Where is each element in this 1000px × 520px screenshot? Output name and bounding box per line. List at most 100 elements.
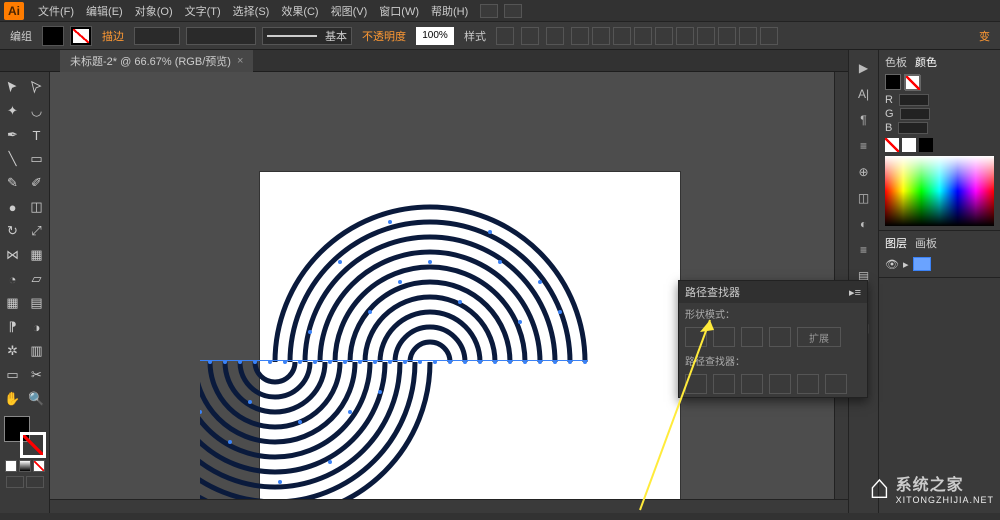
dist-3-icon[interactable] bbox=[739, 27, 757, 45]
char-panel-icon[interactable]: A| bbox=[854, 84, 874, 104]
rotate-tool[interactable]: ↻ bbox=[2, 220, 24, 242]
color-fill-swatch[interactable] bbox=[885, 74, 901, 90]
stroke-label[interactable]: 描边 bbox=[98, 28, 128, 44]
none-swatch[interactable] bbox=[885, 138, 899, 152]
fill-stroke-indicator[interactable] bbox=[4, 416, 46, 458]
recolor-icon[interactable] bbox=[521, 27, 539, 45]
opacity-label[interactable]: 不透明度 bbox=[358, 28, 410, 44]
gradient-tool[interactable]: ▤ bbox=[26, 292, 48, 314]
mesh-tool[interactable]: ▦ bbox=[2, 292, 24, 314]
scale-tool[interactable]: ⤢ bbox=[26, 220, 48, 242]
perspective-tool[interactable]: ▱ bbox=[26, 268, 48, 290]
align-hcenter-icon[interactable] bbox=[592, 27, 610, 45]
symbol-sprayer-tool[interactable]: ✲ bbox=[2, 340, 24, 362]
transform-panel-icon[interactable]: ⊕ bbox=[854, 162, 874, 182]
stroke-panel-icon[interactable]: ≡ bbox=[854, 240, 874, 260]
slice-tool[interactable]: ✂ bbox=[26, 364, 48, 386]
b-input[interactable] bbox=[898, 122, 928, 134]
unite-button[interactable] bbox=[685, 327, 707, 347]
pathfinder-panel-icon[interactable]: ◫ bbox=[854, 188, 874, 208]
artboards-tab[interactable]: 画板 bbox=[915, 235, 937, 251]
stroke-weight-dropdown[interactable] bbox=[134, 27, 180, 45]
direct-selection-tool[interactable] bbox=[26, 76, 48, 98]
color-mode-gradient[interactable] bbox=[19, 460, 31, 472]
minus-front-button[interactable] bbox=[713, 327, 735, 347]
dist-h-icon[interactable] bbox=[697, 27, 715, 45]
expand-button[interactable]: 扩展 bbox=[797, 327, 841, 347]
lasso-tool[interactable]: ◡ bbox=[26, 100, 48, 122]
trim-button[interactable] bbox=[713, 374, 735, 394]
panel-menu-icon[interactable]: ▸≡ bbox=[849, 286, 861, 299]
horizontal-scrollbar[interactable] bbox=[50, 499, 848, 513]
align-top-icon[interactable] bbox=[634, 27, 652, 45]
shape-builder-tool[interactable]: ◔ bbox=[2, 268, 24, 290]
graph-tool[interactable]: ▥ bbox=[26, 340, 48, 362]
style-swatch[interactable] bbox=[496, 27, 514, 45]
magic-wand-tool[interactable]: ✦ bbox=[2, 100, 24, 122]
outline-button[interactable] bbox=[797, 374, 819, 394]
stroke-swatch[interactable] bbox=[70, 26, 92, 46]
para-panel-icon[interactable]: ¶ bbox=[854, 110, 874, 130]
blob-brush-tool[interactable]: ● bbox=[2, 196, 24, 218]
screen-mode-normal[interactable] bbox=[6, 476, 24, 488]
blend-tool[interactable]: ◑ bbox=[26, 316, 48, 338]
brush-dropdown[interactable]: 基本 bbox=[262, 27, 352, 45]
menu-effect[interactable]: 效果(C) bbox=[275, 3, 324, 19]
swatches-tab[interactable]: 色板 bbox=[885, 54, 907, 70]
menu-view[interactable]: 视图(V) bbox=[325, 3, 374, 19]
layer-expand-icon[interactable]: ▸ bbox=[903, 258, 909, 271]
dist-v-icon[interactable] bbox=[718, 27, 736, 45]
screen-mode-full[interactable] bbox=[26, 476, 44, 488]
dist-4-icon[interactable] bbox=[760, 27, 778, 45]
merge-button[interactable] bbox=[741, 374, 763, 394]
white-swatch[interactable] bbox=[902, 138, 916, 152]
line-tool[interactable]: ╲ bbox=[2, 148, 24, 170]
align-panel-icon[interactable]: ≡ bbox=[854, 136, 874, 156]
opacity-input[interactable]: 100% bbox=[416, 27, 454, 45]
menu-type[interactable]: 文字(T) bbox=[179, 3, 227, 19]
crop-button[interactable] bbox=[769, 374, 791, 394]
stroke-box[interactable] bbox=[20, 432, 46, 458]
align-right-icon[interactable] bbox=[613, 27, 631, 45]
visibility-icon[interactable]: 👁 bbox=[885, 258, 899, 271]
menu-edit[interactable]: 编辑(E) bbox=[80, 3, 129, 19]
align-bottom-icon[interactable] bbox=[676, 27, 694, 45]
divide-button[interactable] bbox=[685, 374, 707, 394]
doc-setup-icon[interactable] bbox=[546, 27, 564, 45]
intersect-button[interactable] bbox=[741, 327, 763, 347]
menu-file[interactable]: 文件(F) bbox=[32, 3, 80, 19]
layers-tab[interactable]: 图层 bbox=[885, 235, 907, 251]
close-tab-icon[interactable]: × bbox=[237, 55, 243, 67]
document-tab[interactable]: 未标题-2* @ 66.67% (RGB/预览) × bbox=[60, 50, 253, 72]
minus-back-button[interactable] bbox=[825, 374, 847, 394]
zoom-tool[interactable]: 🔍 bbox=[26, 388, 48, 410]
menu-select[interactable]: 选择(S) bbox=[227, 3, 276, 19]
menu-help[interactable]: 帮助(H) bbox=[425, 3, 474, 19]
free-transform-tool[interactable]: ▦ bbox=[26, 244, 48, 266]
align-left-icon[interactable] bbox=[571, 27, 589, 45]
eyedropper-tool[interactable]: ⁋ bbox=[2, 316, 24, 338]
layout-button-2[interactable] bbox=[504, 4, 522, 18]
color-spectrum[interactable] bbox=[885, 156, 994, 226]
artwork-spiral[interactable] bbox=[200, 192, 680, 513]
selection-tool[interactable] bbox=[2, 76, 24, 98]
color-stroke-swatch[interactable] bbox=[904, 74, 920, 90]
g-input[interactable] bbox=[900, 108, 930, 120]
transparency-panel-icon[interactable]: ◐ bbox=[854, 214, 874, 234]
layout-button-1[interactable] bbox=[480, 4, 498, 18]
pen-tool[interactable]: ✒ bbox=[2, 124, 24, 146]
type-tool[interactable]: T bbox=[26, 124, 48, 146]
align-vcenter-icon[interactable] bbox=[655, 27, 673, 45]
pathfinder-panel[interactable]: 路径查找器 ▸≡ 形状模式： 扩展 路径查找器： bbox=[678, 280, 868, 398]
r-input[interactable] bbox=[899, 94, 929, 106]
black-swatch[interactable] bbox=[919, 138, 933, 152]
paintbrush-tool[interactable]: ✎ bbox=[2, 172, 24, 194]
color-mode-solid[interactable] bbox=[5, 460, 17, 472]
hand-tool[interactable]: ✋ bbox=[2, 388, 24, 410]
menu-object[interactable]: 对象(O) bbox=[129, 3, 179, 19]
stroke-profile-dropdown[interactable] bbox=[186, 27, 256, 45]
pencil-tool[interactable]: ✐ bbox=[26, 172, 48, 194]
artboard-tool[interactable]: ▭ bbox=[2, 364, 24, 386]
menu-window[interactable]: 窗口(W) bbox=[373, 3, 425, 19]
fill-swatch[interactable] bbox=[42, 26, 64, 46]
